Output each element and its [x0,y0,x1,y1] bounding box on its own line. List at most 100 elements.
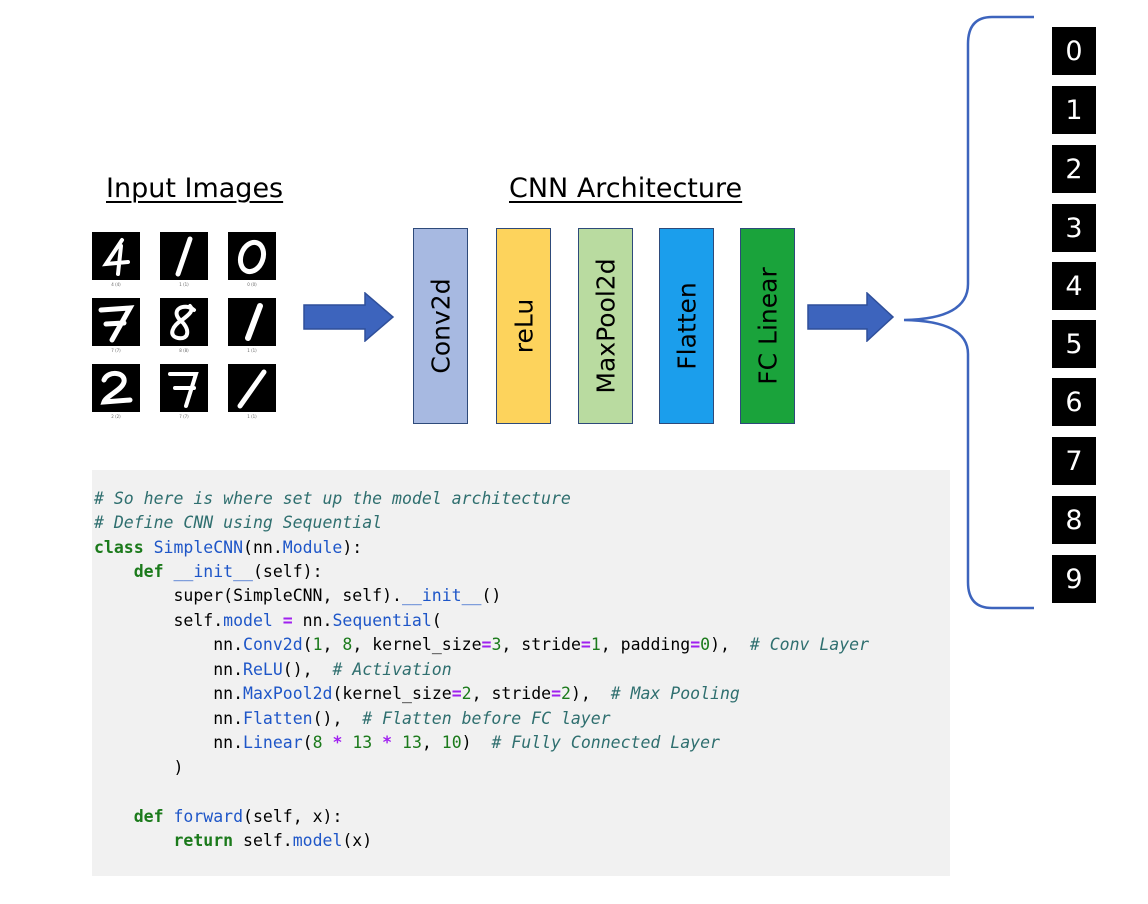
digit-image-tile: 7 (7) [92,298,140,353]
digit-image-tile: 8 (8) [160,298,208,353]
code-func-name: forward [173,807,244,826]
layer-label: FC Linear [753,267,782,385]
code-line: nn.Conv2d(1, 8, kernel_size=3, stride=1,… [94,635,869,655]
code-text: (self, x): [243,807,343,826]
class-label: 9 [1065,563,1083,595]
code-text: self. [173,611,224,630]
layer-label: Conv2d [426,278,455,374]
code-base-class: Module [282,538,343,557]
code-line: # Define CNN using Sequential [94,513,382,533]
code-func-name: __init__ [173,562,253,581]
digit-image-tile: 0 (0) [228,232,276,287]
output-class-6: 6 [1052,378,1096,426]
cnn-architecture-heading: CNN Architecture [509,173,743,204]
tile-caption: 7 (7) [179,414,189,419]
tile-caption: 0 (0) [247,282,257,287]
output-class-1: 1 [1052,86,1096,134]
tile-caption: 1 (1) [179,282,189,287]
code-line: class SimpleCNN(nn.Module): [94,538,362,558]
digit-8-glyph [170,304,196,341]
code-comment: # Define CNN using Sequential [94,513,383,532]
code-text: nn. [302,611,333,630]
code-class-name: SimpleCNN [153,538,244,557]
layer-conv2d: Conv2d [413,228,468,424]
code-line: # So here is where set up the model arch… [94,489,571,509]
code-keyword: def [133,807,164,826]
code-line: def __init__(self): [94,562,323,582]
code-text: (nn. [243,538,283,557]
code-text: super(SimpleCNN, self). [173,586,402,605]
class-label: 2 [1065,153,1083,185]
digit-image-tile: 2 (2) [92,364,140,419]
digit-7-glyph [98,305,135,343]
digit-7-glyph [168,372,199,408]
code-text: nn. [213,684,244,703]
cnn-to-output-arrow [807,292,895,342]
digit-2-glyph [100,371,133,405]
class-label: 8 [1065,504,1083,536]
code-text: nn. [213,709,244,728]
code-keyword: return [173,831,234,850]
output-class-4: 4 [1052,262,1096,310]
layer-relu: reLu [496,228,551,424]
code-args: (8 * 13 * 13, 10) [302,733,472,752]
output-class-2: 2 [1052,145,1096,193]
tile-caption: 8 (8) [179,348,189,353]
code-call: Linear [243,733,303,752]
code-line: return self.model(x) [94,831,372,851]
code-text: nn. [213,660,244,679]
code-text: (self): [252,562,323,581]
code-line: nn.ReLU(), # Activation [94,660,452,680]
class-label: 7 [1065,445,1083,477]
layer-fc-linear: FC Linear [740,228,795,424]
code-line: nn.Flatten(), # Flatten before FC layer [94,709,610,729]
code-text: ) [173,758,184,777]
digit-1-glyph [245,303,263,341]
code-line: nn.MaxPool2d(kernel_size=2, stride=2), #… [94,684,740,704]
code-call: Flatten [243,709,313,728]
code-comment: # Conv Layer [749,635,870,654]
layer-maxpool2d: MaxPool2d [578,228,633,424]
class-label: 0 [1065,35,1083,67]
input-images-heading: Input Images [106,173,284,204]
output-class-3: 3 [1052,204,1096,252]
output-class-9: 9 [1052,555,1096,603]
input-to-cnn-arrow [303,292,395,342]
code-line: def forward(self, x): [94,807,343,827]
code-line: ) [94,758,183,778]
tile-caption: 1 (1) [247,414,257,419]
code-text: self. [243,831,293,850]
code-args: (), [282,660,313,679]
code-text: () [481,586,502,605]
code-comment: # Max Pooling [610,684,740,703]
digit-1-glyph [237,369,267,409]
code-block: # So here is where set up the model arch… [92,470,950,876]
layer-label: reLu [509,298,538,354]
code-comment: # Activation [332,660,452,679]
digit-image-tile: 1 (1) [228,364,276,419]
layer-label: MaxPool2d [591,258,620,394]
digit-1-glyph [175,236,193,277]
code-func-name: __init__ [401,586,482,605]
code-attr: model [223,611,273,630]
code-keyword: class [94,538,144,557]
code-comment: # So here is where set up the model arch… [94,489,571,508]
code-args: (), [312,709,343,728]
code-line: self.model = nn.Sequential( [94,611,441,631]
code-keyword: def [133,562,164,581]
tile-caption: 7 (7) [111,348,121,353]
code-text: nn. [213,733,244,752]
digit-4-glyph [102,238,130,276]
code-call: MaxPool2d [243,684,333,703]
digit-image-tile: 1 (1) [160,232,208,287]
code-line: nn.Linear(8 * 13 * 13, 10) # Fully Conne… [94,733,720,753]
code-text: ): [342,538,363,557]
class-label: 3 [1065,212,1083,244]
class-label: 6 [1065,386,1083,418]
output-class-7: 7 [1052,437,1096,485]
code-operator: = [282,611,293,630]
tile-caption: 4 (4) [111,282,121,287]
tile-caption: 1 (1) [247,348,257,353]
code-call: ReLU [243,660,283,679]
digit-image-tile: 4 (4) [92,232,140,287]
